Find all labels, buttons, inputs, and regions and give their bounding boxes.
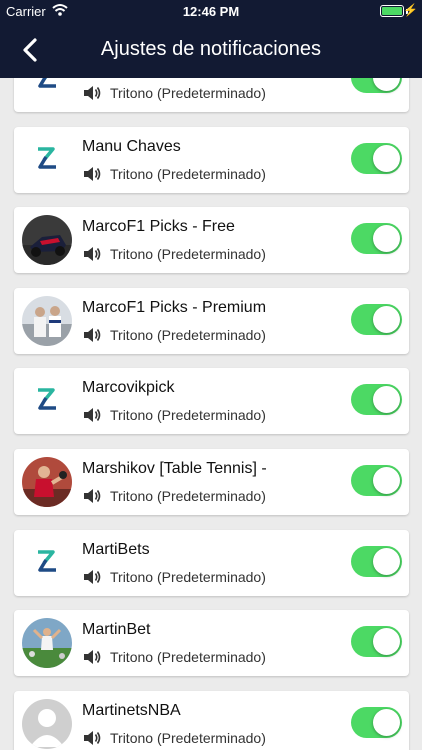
channel-name: Marcovikpick bbox=[82, 379, 175, 396]
notification-toggle[interactable] bbox=[351, 223, 402, 254]
toggle-knob bbox=[373, 78, 400, 91]
list-item[interactable]: Marshikov [Table Tennis] - Tritono (Prede… bbox=[14, 449, 409, 515]
speaker-icon bbox=[84, 570, 101, 584]
toggle-knob bbox=[373, 306, 400, 333]
avatar bbox=[22, 457, 72, 507]
avatar bbox=[22, 618, 72, 668]
sound-label: Tritono (Predeterminado) bbox=[110, 569, 266, 585]
navigation-bar: Ajustes de notificaciones bbox=[0, 22, 422, 78]
notification-toggle[interactable] bbox=[351, 546, 402, 577]
channel-name: MarcoF1 Picks - Free bbox=[82, 218, 235, 235]
avatar bbox=[22, 699, 72, 749]
sound-selector[interactable]: Tritono (Predeterminado) bbox=[82, 567, 266, 587]
channel-name: MartinBet bbox=[82, 621, 151, 638]
sound-label: Tritono (Predeterminado) bbox=[110, 246, 266, 262]
notification-toggle[interactable] bbox=[351, 304, 402, 335]
avatar bbox=[22, 296, 72, 346]
sound-label: Tritono (Predeterminado) bbox=[110, 730, 266, 746]
charging-bolt-icon: ⚡ bbox=[403, 3, 418, 17]
notification-toggle[interactable] bbox=[351, 78, 402, 93]
toggle-knob bbox=[373, 628, 400, 655]
sound-selector[interactable]: Tritono (Predeterminado) bbox=[82, 244, 266, 264]
speaker-icon bbox=[84, 650, 101, 664]
channel-name: MarcoF1 Picks - Premium bbox=[82, 299, 267, 316]
sound-label: Tritono (Predeterminado) bbox=[110, 85, 266, 101]
clock: 12:46 PM bbox=[182, 4, 240, 19]
speaker-icon bbox=[84, 328, 101, 342]
channel-logo-icon bbox=[22, 135, 72, 185]
toggle-knob bbox=[373, 709, 400, 736]
sound-label: Tritono (Predeterminado) bbox=[110, 407, 266, 423]
channel-logo-icon bbox=[22, 78, 72, 104]
sound-selector[interactable]: Tritono (Predeterminado) bbox=[82, 647, 266, 667]
toggle-knob bbox=[373, 386, 400, 413]
sound-selector[interactable]: Tritono (Predeterminado) bbox=[82, 325, 266, 345]
channel-logo-icon bbox=[22, 376, 72, 426]
speaker-icon bbox=[84, 731, 101, 745]
list-item[interactable]: MartiBets Tritono (Predeterminado) bbox=[14, 530, 409, 596]
list-item[interactable]: Tritono (Predeterminado) bbox=[14, 78, 409, 112]
sound-selector[interactable]: Tritono (Predeterminado) bbox=[82, 486, 266, 506]
toggle-knob bbox=[373, 225, 400, 252]
notification-toggle[interactable] bbox=[351, 626, 402, 657]
notification-toggle[interactable] bbox=[351, 143, 402, 174]
speaker-icon bbox=[84, 247, 101, 261]
sound-label: Tritono (Predeterminado) bbox=[110, 649, 266, 665]
speaker-icon bbox=[84, 489, 101, 503]
sound-selector[interactable]: Tritono (Predeterminado) bbox=[82, 405, 266, 425]
channel-name: Marshikov [Table Tennis] - bbox=[82, 460, 267, 477]
sound-selector[interactable]: Tritono (Predeterminado) bbox=[82, 164, 266, 184]
list-item[interactable]: MarcoF1 Picks - Free Tritono (Predetermin… bbox=[14, 207, 409, 273]
toggle-knob bbox=[373, 548, 400, 575]
sound-label: Tritono (Predeterminado) bbox=[110, 327, 266, 343]
speaker-icon bbox=[84, 86, 101, 100]
list-item[interactable]: MartinBet Tritono (Predeterminado) bbox=[14, 610, 409, 676]
sound-selector[interactable]: Tritono (Predeterminado) bbox=[82, 83, 266, 103]
channel-name: MartinetsNBA bbox=[82, 702, 181, 719]
status-bar: Carrier 12:46 PM ⚡ bbox=[0, 0, 422, 22]
sound-label: Tritono (Predeterminado) bbox=[110, 488, 266, 504]
channel-name: Manu Chaves bbox=[82, 138, 181, 155]
list-item[interactable]: Marcovikpick Tritono (Predeterminado) bbox=[14, 368, 409, 434]
avatar bbox=[22, 215, 72, 265]
battery-icon bbox=[380, 5, 404, 17]
channel-logo-icon bbox=[22, 538, 72, 588]
notification-toggle[interactable] bbox=[351, 384, 402, 415]
speaker-icon bbox=[84, 167, 101, 181]
notification-toggle[interactable] bbox=[351, 707, 402, 738]
toggle-knob bbox=[373, 467, 400, 494]
list-item[interactable]: MartinetsNBA Tritono (Predeterminado) bbox=[14, 691, 409, 750]
sound-selector[interactable]: Tritono (Predeterminado) bbox=[82, 728, 266, 748]
sound-label: Tritono (Predeterminado) bbox=[110, 166, 266, 182]
speaker-icon bbox=[84, 408, 101, 422]
list-item[interactable]: Manu Chaves Tritono (Predeterminado) bbox=[14, 127, 409, 193]
toggle-knob bbox=[373, 145, 400, 172]
page-title: Ajustes de notificaciones bbox=[100, 38, 322, 60]
channel-name: MartiBets bbox=[82, 541, 150, 558]
notification-toggle[interactable] bbox=[351, 465, 402, 496]
notification-settings-list[interactable]: Tritono (Predeterminado) Manu Chaves Trito… bbox=[0, 78, 422, 750]
list-item[interactable]: MarcoF1 Picks - Premium Tritono (Predeter… bbox=[14, 288, 409, 354]
